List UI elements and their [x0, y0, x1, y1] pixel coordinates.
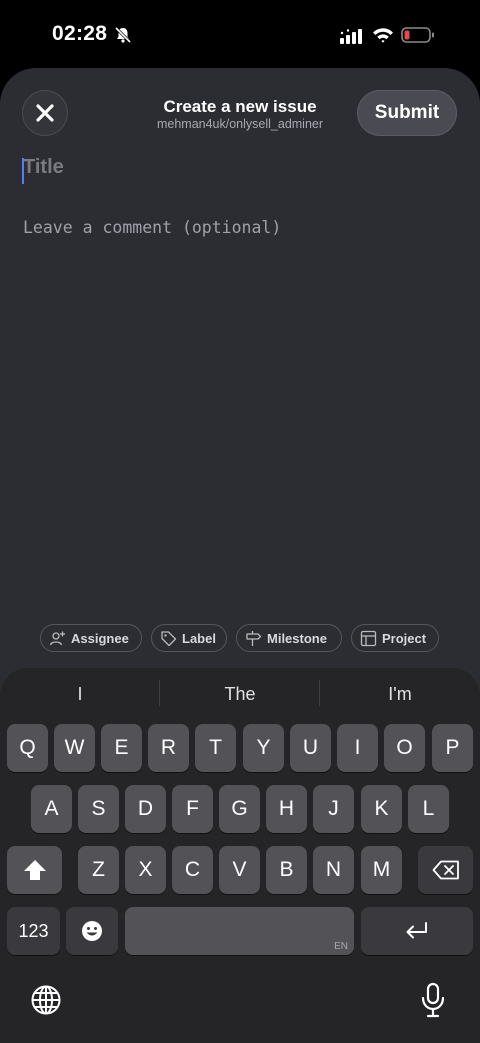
key-e[interactable]: E — [101, 724, 142, 772]
key-j[interactable]: J — [313, 785, 354, 833]
label-label: Label — [182, 630, 216, 646]
space-key[interactable]: EN — [125, 907, 354, 955]
suggestion-2[interactable]: The — [160, 684, 320, 708]
key-x[interactable]: X — [125, 846, 166, 894]
key-g[interactable]: G — [219, 785, 260, 833]
key-a[interactable]: A — [31, 785, 72, 833]
text-caret — [22, 158, 24, 184]
milestone-label: Milestone — [267, 630, 327, 646]
key-f[interactable]: F — [172, 785, 213, 833]
title-placeholder: Title — [23, 156, 64, 178]
assignee-label: Assignee — [71, 630, 129, 646]
key-i[interactable]: I — [337, 724, 378, 772]
add-person-icon — [49, 631, 65, 645]
key-l[interactable]: L — [408, 785, 449, 833]
emoji-icon — [82, 921, 102, 941]
suggestion-1[interactable]: I — [0, 684, 160, 708]
submit-button[interactable]: Submit — [357, 90, 457, 136]
key-t[interactable]: T — [195, 724, 236, 772]
key-k[interactable]: K — [361, 785, 402, 833]
title-input[interactable]: Title — [22, 156, 453, 186]
key-y[interactable]: Y — [243, 724, 284, 772]
key-n[interactable]: N — [313, 846, 354, 894]
tag-icon — [161, 630, 177, 646]
table-icon — [360, 630, 377, 646]
key-m[interactable]: M — [361, 846, 402, 894]
key-c[interactable]: C — [172, 846, 213, 894]
shift-key[interactable] — [7, 846, 62, 894]
assignee-chip[interactable]: Assignee — [40, 624, 142, 652]
suggestion-3[interactable]: I'm — [320, 684, 480, 708]
key-v[interactable]: V — [219, 846, 260, 894]
backspace-icon — [432, 860, 459, 880]
milestone-chip[interactable]: Milestone — [236, 624, 342, 652]
issue-options-bar: Assignee Label Milestone Project — [0, 624, 480, 654]
key-b[interactable]: B — [266, 846, 307, 894]
status-time: 02:28 — [52, 22, 108, 45]
return-key[interactable] — [361, 907, 473, 955]
key-q[interactable]: Q — [7, 724, 48, 772]
key-w[interactable]: W — [54, 724, 95, 772]
globe-icon[interactable] — [30, 984, 62, 1016]
project-label: Project — [382, 630, 427, 646]
key-o[interactable]: O — [384, 724, 425, 772]
emoji-key[interactable] — [66, 907, 118, 955]
project-chip[interactable]: Project — [351, 624, 439, 652]
delete-key[interactable] — [418, 846, 473, 894]
comment-placeholder: Leave a comment (optional) — [23, 218, 282, 237]
key-d[interactable]: D — [125, 785, 166, 833]
key-u[interactable]: U — [290, 724, 331, 772]
wifi-icon — [373, 28, 393, 43]
shift-icon — [23, 860, 46, 880]
key-s[interactable]: S — [78, 785, 119, 833]
key-z[interactable]: Z — [78, 846, 119, 894]
comment-input[interactable]: Leave a comment (optional) — [23, 218, 453, 242]
key-h[interactable]: H — [266, 785, 307, 833]
cellular-signal-icon — [340, 29, 362, 44]
label-chip[interactable]: Label — [151, 624, 227, 652]
on-screen-keyboard: I The I'm Q W E R T Y U I O P A S D F G … — [0, 668, 480, 1043]
numbers-key[interactable]: 123 — [7, 907, 60, 955]
return-icon — [406, 922, 427, 939]
bell-muted-icon — [114, 26, 132, 44]
signpost-icon — [246, 630, 262, 646]
status-bar: 02:28 — [0, 0, 480, 66]
battery-low-icon — [401, 27, 434, 43]
key-p[interactable]: P — [432, 724, 473, 772]
microphone-icon[interactable] — [420, 982, 446, 1018]
language-indicator: EN — [334, 941, 348, 952]
key-r[interactable]: R — [148, 724, 189, 772]
